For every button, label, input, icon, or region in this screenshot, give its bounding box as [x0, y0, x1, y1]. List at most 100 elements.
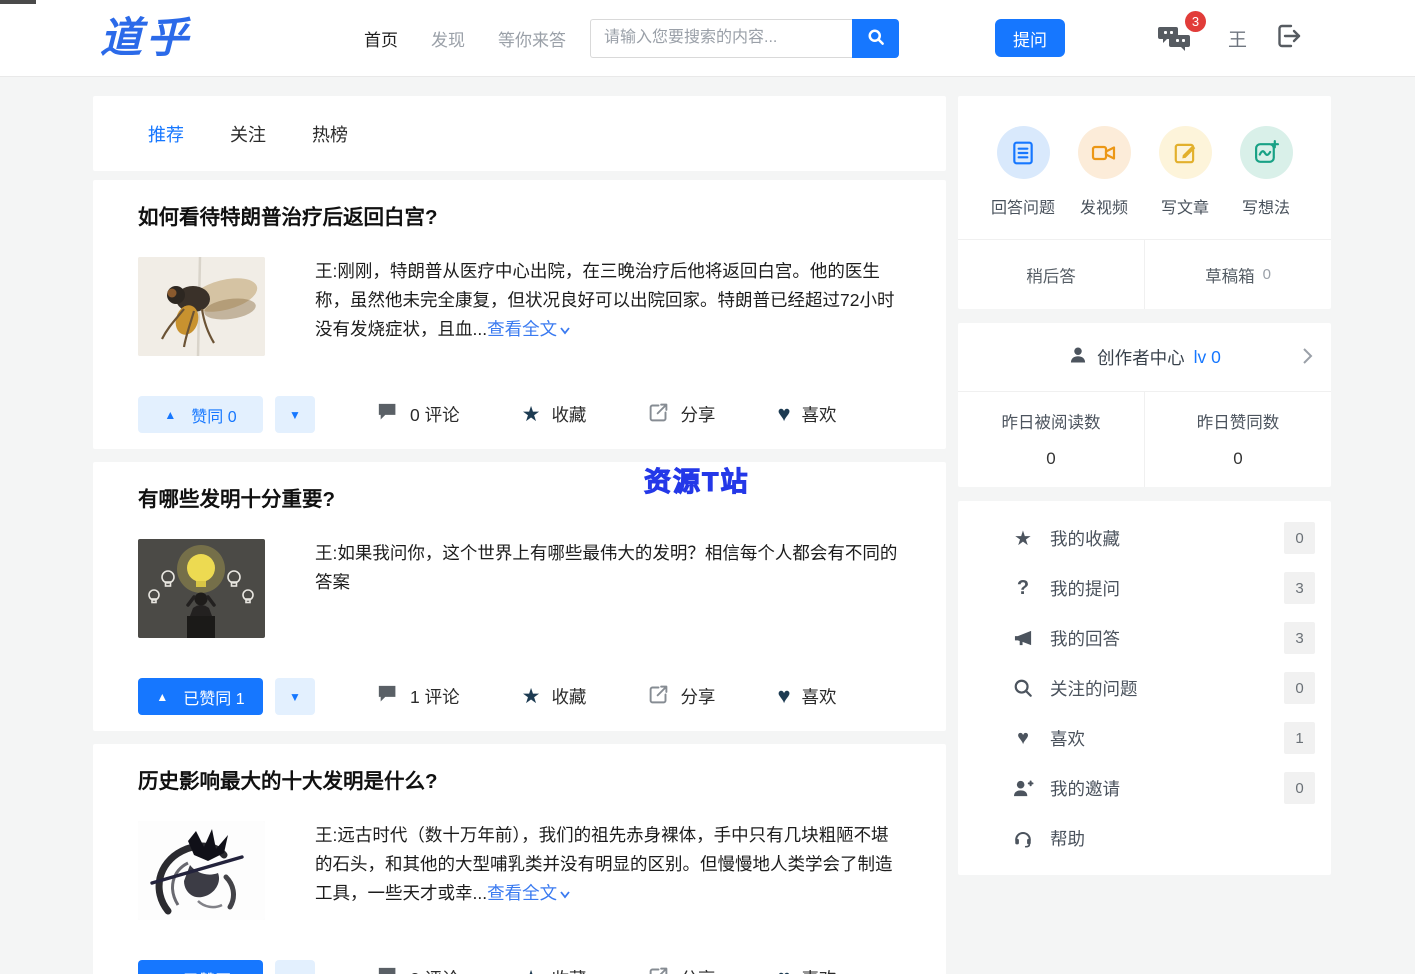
menu-item-my-invitations[interactable]: 我的邀请 0	[958, 763, 1331, 813]
username-link[interactable]: 王	[1228, 25, 1247, 52]
drafts-row: 稍后答 草稿箱 0	[958, 239, 1331, 309]
messages-button[interactable]: 3	[1158, 11, 1207, 53]
watermark-text: 资源T站	[644, 467, 750, 498]
menu-item-followed-questions[interactable]: 关注的问题 0	[958, 663, 1331, 713]
post-body: 王:如果我问你，这个世界上有哪些最伟大的发明？相信每个人都会有不同的答案	[138, 539, 901, 638]
search-input[interactable]	[590, 18, 853, 58]
tab-hot-list[interactable]: 热榜	[312, 121, 348, 147]
downvote-button[interactable]	[275, 396, 315, 433]
like-button[interactable]: 喜欢	[777, 402, 837, 427]
read-more-link[interactable]: 查看全文	[487, 319, 571, 339]
upvote-label: 已赞同 1	[183, 690, 245, 708]
heart-icon	[1011, 727, 1035, 750]
creator-center-card: 创作者中心 lv 0 昨日被阅读数 0 昨日赞同数 0	[958, 323, 1331, 487]
menu-label: 我的回答	[1050, 628, 1120, 649]
nav-item-home[interactable]: 首页	[364, 26, 398, 51]
downvote-button[interactable]	[275, 960, 315, 974]
comments-button[interactable]: 0 评论	[377, 402, 460, 427]
post-video-action[interactable]: 发视频	[1069, 126, 1139, 218]
logout-button[interactable]	[1275, 22, 1303, 55]
comment-bubble-icon	[377, 966, 399, 974]
menu-item-my-answers[interactable]: 我的回答 3	[958, 613, 1331, 663]
upvote-button[interactable]: 赞同 0	[138, 396, 263, 433]
draft-box-button[interactable]: 草稿箱 0	[1144, 240, 1331, 309]
post-title[interactable]: 如何看待特朗普治疗后返回白宫?	[138, 204, 901, 232]
downvote-button[interactable]	[275, 678, 315, 715]
like-button[interactable]: 喜欢	[777, 966, 837, 974]
collect-button[interactable]: 收藏	[522, 966, 586, 974]
menu-count-badge: 1	[1284, 722, 1315, 754]
stat-value: 0	[1233, 449, 1243, 468]
comments-button[interactable]: 2 评论	[377, 966, 460, 974]
post-title[interactable]: 有哪些发明十分重要?	[138, 486, 901, 514]
stat-yesterday-reads: 昨日被阅读数 0	[958, 392, 1144, 487]
share-icon	[648, 402, 669, 428]
like-button[interactable]: 喜欢	[777, 684, 837, 709]
nav-item-waiting-answers[interactable]: 等你来答	[498, 26, 566, 51]
post-title[interactable]: 历史影响最大的十大发明是什么?	[138, 768, 901, 796]
menu-item-help[interactable]: 帮助	[958, 813, 1331, 863]
collect-button[interactable]: 收藏	[522, 402, 586, 427]
post-action-bar: 已赞同 1 2 评论 收藏	[138, 960, 901, 974]
upvote-button[interactable]: 已赞同 1	[138, 678, 263, 715]
tab-recommended[interactable]: 推荐	[148, 121, 184, 147]
post-excerpt: 王:远古时代（数十万年前），我们的祖先赤身裸体，手中只有几块粗陋不堪的石头，和其…	[315, 821, 901, 920]
page-content: 推荐 关注 热榜 如何看待特朗普治疗后返回白宫? 王:刚刚，特朗普从医疗中心出院…	[93, 96, 1415, 974]
star-icon	[1011, 526, 1035, 551]
read-more-link[interactable]: 查看全文	[487, 883, 571, 903]
draft-box-label: 草稿箱	[1205, 267, 1255, 286]
menu-count-badge: 0	[1284, 522, 1315, 554]
menu-item-likes[interactable]: 喜欢 1	[958, 713, 1331, 763]
document-icon	[996, 126, 1050, 179]
message-count-badge: 3	[1185, 11, 1207, 32]
share-label: 分享	[680, 966, 715, 974]
post-card: 有哪些发明十分重要? 王:如果我问你，这个世界上有哪些最伟大的发明？相信每个人都…	[93, 462, 946, 731]
post-thumbnail-fly-specimen[interactable]	[138, 257, 265, 356]
share-button[interactable]: 分享	[648, 966, 715, 974]
main-nav: 首页 发现 等你来答	[364, 26, 566, 51]
post-thumbnail-lightbulb-idea[interactable]	[138, 539, 265, 638]
excerpt-text: 王:刚刚，特朗普从医疗中心出院，在三晚治疗后他将返回白宫。他的医生称，虽然他未完…	[315, 261, 895, 339]
answer-question-action[interactable]: 回答问题	[988, 126, 1058, 218]
menu-count-badge: 3	[1284, 572, 1315, 604]
create-actions-row: 回答问题 发视频 写文章 写想法	[958, 126, 1331, 218]
heart-icon	[777, 403, 790, 426]
answer-later-button[interactable]: 稍后答	[958, 240, 1144, 309]
comments-label: 0 评论	[410, 405, 460, 425]
feed-column: 推荐 关注 热榜 如何看待特朗普治疗后返回白宫? 王:刚刚，特朗普从医疗中心出院…	[93, 96, 946, 974]
creator-center-link[interactable]: 创作者中心 lv 0	[958, 323, 1331, 391]
tab-following[interactable]: 关注	[230, 121, 266, 147]
right-sidebar: 回答问题 发视频 写文章 写想法 稍后答 草稿箱 0 创作者中心 lv 0 昨日…	[958, 96, 1331, 875]
menu-item-my-collections[interactable]: 我的收藏 0	[958, 513, 1331, 563]
share-label: 分享	[680, 687, 716, 707]
search-button[interactable]	[852, 18, 900, 58]
site-logo[interactable]: 道乎	[100, 17, 192, 59]
heart-icon	[777, 967, 790, 974]
megaphone-icon	[1011, 629, 1035, 648]
share-button[interactable]: 分享	[648, 684, 715, 710]
collect-button[interactable]: 收藏	[522, 684, 587, 709]
downvote-triangle-icon	[289, 689, 301, 704]
share-button[interactable]: 分享	[648, 402, 715, 428]
post-thumbnail-ink-warrior[interactable]	[138, 821, 265, 920]
write-idea-action[interactable]: 写想法	[1231, 126, 1301, 218]
help-headset-icon	[1011, 828, 1035, 848]
comments-button[interactable]: 1 评论	[377, 684, 460, 709]
menu-item-my-questions[interactable]: 我的提问 3	[958, 563, 1331, 613]
upvote-button[interactable]: 已赞同 1	[138, 960, 263, 974]
post-body: 王:刚刚，特朗普从医疗中心出院，在三晚治疗后他将返回白宫。他的医生称，虽然他未完…	[138, 257, 901, 356]
write-article-action[interactable]: 写文章	[1150, 126, 1220, 218]
comment-bubble-icon	[377, 402, 399, 427]
star-icon	[522, 968, 541, 974]
message-bubbles-icon	[1158, 27, 1192, 57]
nav-item-discover[interactable]: 发现	[431, 26, 465, 51]
menu-count-badge: 0	[1284, 772, 1315, 804]
collect-label: 收藏	[551, 687, 587, 707]
excerpt-text: 王:如果我问你，这个世界上有哪些最伟大的发明？相信每个人都会有不同的答案	[315, 543, 898, 592]
create-content-card: 回答问题 发视频 写文章 写想法 稍后答 草稿箱 0	[958, 96, 1331, 309]
ask-question-button[interactable]: 提问	[995, 19, 1066, 57]
upvote-triangle-icon	[156, 688, 168, 706]
create-action-label: 写文章	[1160, 200, 1209, 217]
creator-center-label: 创作者中心	[1097, 347, 1185, 368]
read-more-label: 查看全文	[487, 319, 558, 339]
